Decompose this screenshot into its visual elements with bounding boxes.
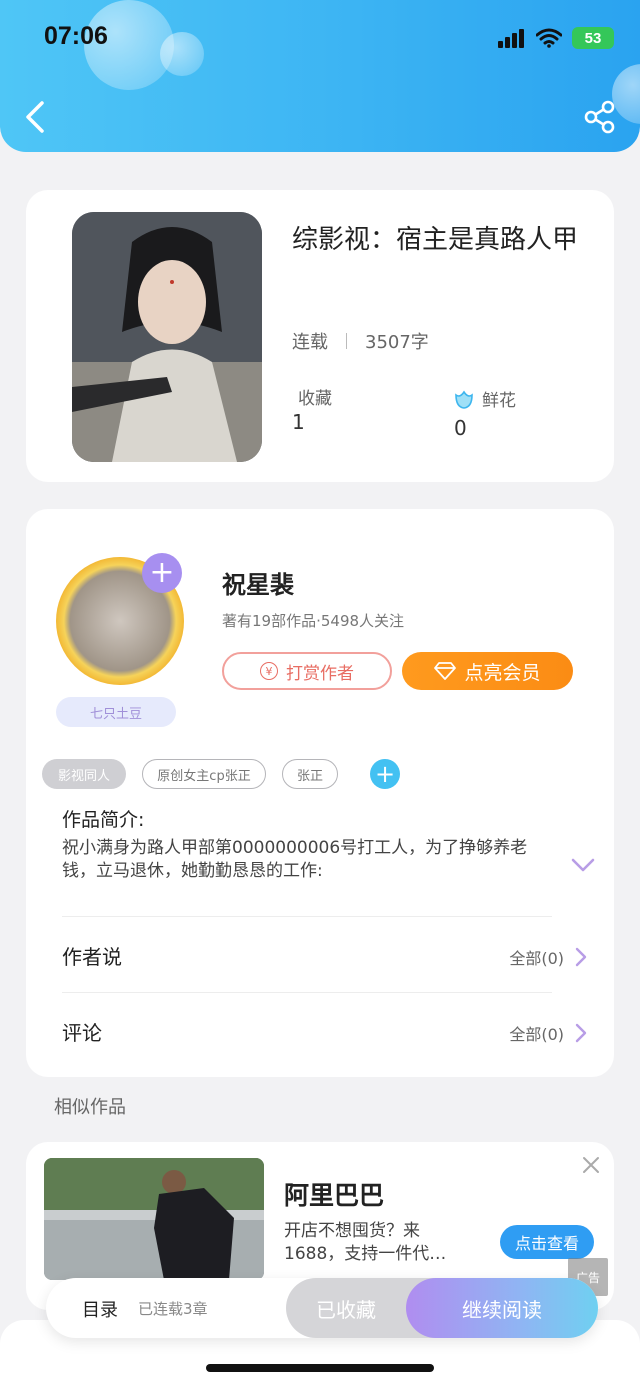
- author-says-all[interactable]: 全部(0): [509, 945, 588, 969]
- author-card: + 七只土豆 祝星裴 著有19部作品·5498人关注 ¥ 打赏作者 点亮会员 影…: [26, 509, 614, 1077]
- home-indicator: [206, 1364, 434, 1372]
- ad-text: 开店不想囤货？来1688，支持一件代…: [284, 1221, 447, 1264]
- author-name[interactable]: 祝星裴: [222, 565, 294, 600]
- chevron-right-icon: [575, 1023, 587, 1043]
- comments-count: 全部(0): [509, 1025, 564, 1044]
- flower-value: 0: [454, 416, 467, 440]
- share-icon[interactable]: [584, 100, 616, 134]
- comments-all[interactable]: 全部(0): [509, 1021, 588, 1045]
- bottom-action-bar: 目录 已连载3章 已收藏 继续阅读: [46, 1278, 598, 1338]
- battery-icon: 53: [572, 27, 614, 49]
- ad-image[interactable]: [44, 1158, 264, 1280]
- yen-icon: ¥: [260, 662, 278, 680]
- vip-label: 点亮会员: [464, 661, 541, 684]
- tip-author-button[interactable]: ¥ 打赏作者: [222, 652, 392, 690]
- collected-label: 已收藏: [316, 1297, 376, 1322]
- battery-level: 53: [584, 29, 602, 47]
- book-title: 综影视：宿主是真路人甲: [292, 225, 579, 255]
- author-says-count: 全部(0): [509, 949, 564, 968]
- flower-icon: [455, 390, 473, 409]
- intro-title: 作品简介:: [62, 809, 145, 831]
- status-time: 07:06: [44, 22, 108, 50]
- avatar-badge: 七只土豆: [56, 697, 176, 727]
- ad-view-button[interactable]: 点击查看: [500, 1225, 594, 1259]
- close-icon[interactable]: [582, 1156, 600, 1174]
- book-word-count: 3507字: [365, 332, 429, 353]
- book-status: 连载: [292, 332, 328, 353]
- book-info-card: 综影视：宿主是真路人甲 连载 3507字 收藏 1 鲜花 0: [26, 190, 614, 482]
- tip-author-label: 打赏作者: [286, 663, 354, 684]
- flower-label: 鲜花: [482, 391, 516, 411]
- collect-value: 1: [292, 410, 305, 434]
- chevron-right-icon: [575, 947, 587, 967]
- comments-title[interactable]: 评论: [62, 1017, 102, 1046]
- cover-figure: [72, 212, 262, 462]
- continue-reading-button[interactable]: 继续阅读: [406, 1278, 598, 1338]
- flower-stat[interactable]: 鲜花: [452, 386, 516, 411]
- diamond-icon: [434, 662, 457, 680]
- book-meta: 连载 3507字: [292, 328, 429, 354]
- add-tag-icon[interactable]: +: [370, 759, 400, 789]
- header-bar: 07:06 53: [0, 0, 640, 152]
- vip-button[interactable]: 点亮会员: [402, 652, 573, 690]
- collect-label: 收藏: [298, 389, 332, 409]
- wifi-icon: [536, 28, 562, 48]
- book-cover[interactable]: [72, 212, 262, 462]
- tag-chip[interactable]: 原创女主cp张正: [142, 759, 266, 789]
- toc-count: 已连载3章: [138, 1300, 208, 1318]
- author-stats: 著有19部作品·5498人关注: [222, 612, 405, 630]
- intro-text: 祝小满身为路人甲部第0000000006号打工人，为了挣够养老钱，立马退休，她勤…: [62, 838, 528, 881]
- signal-icon: [498, 29, 524, 48]
- author-says-title[interactable]: 作者说: [62, 941, 122, 970]
- status-icons: 53: [498, 27, 614, 49]
- similar-heading: 相似作品: [54, 1097, 126, 1118]
- decor-bubble: [160, 32, 204, 76]
- follow-plus-icon[interactable]: +: [142, 553, 182, 593]
- back-icon[interactable]: [22, 100, 48, 134]
- chevron-down-icon[interactable]: [570, 855, 596, 875]
- divider: [62, 916, 552, 917]
- toc-button[interactable]: 目录: [82, 1296, 118, 1322]
- divider: [62, 992, 552, 993]
- decor-bubble: [612, 64, 640, 124]
- ad-title: 阿里巴巴: [284, 1181, 385, 1210]
- tag-chip[interactable]: 张正: [282, 759, 338, 789]
- tag-chip[interactable]: 影视同人: [42, 759, 126, 789]
- meta-divider: [346, 333, 347, 349]
- ad-photo: [44, 1158, 264, 1280]
